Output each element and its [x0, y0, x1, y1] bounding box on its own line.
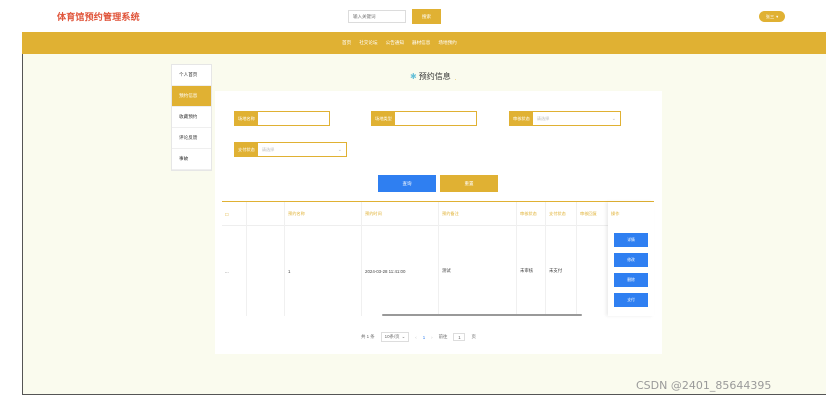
chevron-down-icon: ⌄: [337, 146, 342, 153]
next-page-icon[interactable]: ›: [431, 335, 432, 340]
row-checkbox-cell[interactable]: ...: [222, 226, 246, 316]
sidebar-item-incidents[interactable]: 事故: [172, 149, 211, 170]
sidebar-item-bookings[interactable]: 预约信息: [172, 86, 211, 107]
brand[interactable]: 体育馆预约管理系统: [42, 10, 140, 23]
page-title-dot: .: [454, 75, 457, 82]
sidebar-item-profile[interactable]: 个人首页: [172, 65, 211, 86]
header-booking-name: 预约名称: [284, 202, 361, 226]
star-icon: ✱: [410, 72, 417, 81]
nav-item-equipment[interactable]: 器材信息: [412, 40, 430, 46]
venue-type-label: 场地类型: [372, 112, 395, 125]
nav-item-forum[interactable]: 社交论坛: [359, 40, 377, 46]
main-nav: 首页 社交论坛 公告通知 器材信息 场地预约: [22, 32, 826, 54]
main-panel: 场地名称 场地类型 审核状态 请选择 ⌄ 支付状态 请选择 ⌄ 查询 重置 ☐ …: [215, 91, 662, 354]
sidebar-item-feedback[interactable]: 评论反馈: [172, 128, 211, 149]
row-booking-remark: 测试: [438, 226, 516, 316]
page-size-value: 10条/页: [384, 334, 400, 339]
header-review-status: 审核状态: [516, 202, 545, 226]
operations-column: 操作 详情 修改 删除 支付: [608, 202, 654, 316]
top-bar: 体育馆预约管理系统 搜索 张三 ▾: [22, 0, 826, 32]
table-horizontal-scrollbar[interactable]: [382, 314, 582, 316]
chevron-down-icon: ▾: [776, 14, 779, 19]
venue-name-input[interactable]: [257, 112, 329, 125]
details-button[interactable]: 详情: [614, 233, 648, 247]
page-title-text: 预约信息: [418, 72, 451, 81]
pay-status-field: 支付状态 请选择 ⌄: [234, 142, 347, 157]
review-status-select[interactable]: 请选择 ⌄: [533, 112, 620, 125]
sidebar-item-favorites[interactable]: 收藏预约: [172, 107, 211, 128]
user-name: 张三: [765, 13, 775, 19]
page-number-current[interactable]: 1: [423, 335, 425, 340]
nav-item-notices[interactable]: 公告通知: [386, 40, 404, 46]
row-review-reply: [576, 226, 608, 316]
user-menu-button[interactable]: 张三 ▾: [759, 11, 785, 22]
row-pay-status: 未支付: [545, 226, 576, 316]
venue-name-field: 场地名称: [234, 111, 330, 126]
window-bottom-edge: [22, 394, 826, 395]
sidebar: 个人首页 预约信息 收藏预约 评论反馈 事故: [171, 64, 212, 171]
header-operations: 操作: [611, 211, 620, 216]
goto-page-input[interactable]: 1: [453, 333, 466, 341]
delete-button[interactable]: 删除: [614, 273, 648, 287]
review-status-label: 审核状态: [510, 112, 533, 125]
row-booking-name: 1: [284, 226, 361, 316]
pay-status-select[interactable]: 请选择 ⌄: [258, 143, 346, 156]
pay-button[interactable]: 支付: [614, 293, 648, 307]
row-index-cell: [246, 226, 284, 316]
goto-suffix: 页: [471, 334, 476, 339]
search-input[interactable]: [348, 10, 406, 23]
query-button[interactable]: 查询: [378, 175, 436, 192]
pagination-total: 共 1 条: [361, 334, 375, 339]
table-row[interactable]: ... 1 2024-03-28 11:41:00 测试 未审核 未支付: [222, 226, 654, 316]
review-status-field: 审核状态 请选择 ⌄: [509, 111, 621, 126]
header-booking-time: 预约时间: [361, 202, 438, 226]
nav-item-venue-booking[interactable]: 场地预约: [438, 40, 456, 46]
pay-status-placeholder: 请选择: [261, 146, 275, 152]
window-left-edge: [22, 32, 23, 394]
pagination: 共 1 条 10条/页 ⌄ ‹ 1 › 前往 1 页: [361, 332, 476, 342]
brand-title: 体育馆预约管理系统: [57, 13, 140, 23]
nav-item-home[interactable]: 首页: [342, 40, 351, 46]
header-index: [246, 202, 284, 226]
review-status-placeholder: 请选择: [536, 115, 550, 121]
header-pay-status: 支付状态: [545, 202, 576, 226]
page-title: ✱ 预约信息 .: [410, 71, 456, 82]
pay-status-label: 支付状态: [235, 143, 258, 156]
page-size-select[interactable]: 10条/页 ⌄: [380, 332, 410, 342]
csdn-watermark: CSDN @2401_85644395: [636, 379, 772, 392]
header-booking-remark: 预约备注: [438, 202, 516, 226]
venue-name-label: 场地名称: [235, 112, 258, 125]
edit-button[interactable]: 修改: [614, 253, 648, 267]
header-review-reply: 审核回复: [576, 202, 608, 226]
venue-type-field: 场地类型: [371, 111, 477, 126]
row-booking-time: 2024-03-28 11:41:00: [361, 226, 438, 316]
goto-label: 前往: [438, 334, 448, 339]
search-button[interactable]: 搜索: [412, 9, 441, 24]
bookings-table: ☐ 预约名称 预约时间 预约备注 审核状态 支付状态 审核回复 ... 1 20…: [222, 201, 654, 317]
venue-type-input[interactable]: [394, 112, 476, 125]
chevron-down-icon: ⌄: [611, 115, 616, 122]
prev-page-icon[interactable]: ‹: [415, 335, 416, 340]
table-header: ☐ 预约名称 预约时间 预约备注 审核状态 支付状态 审核回复: [222, 202, 654, 226]
chevron-down-icon: ⌄: [401, 334, 406, 339]
select-all-checkbox[interactable]: ☐: [222, 202, 246, 226]
row-review-status: 未审核: [516, 226, 545, 316]
reset-button[interactable]: 重置: [440, 175, 498, 192]
moon-logo-icon: [42, 10, 49, 22]
